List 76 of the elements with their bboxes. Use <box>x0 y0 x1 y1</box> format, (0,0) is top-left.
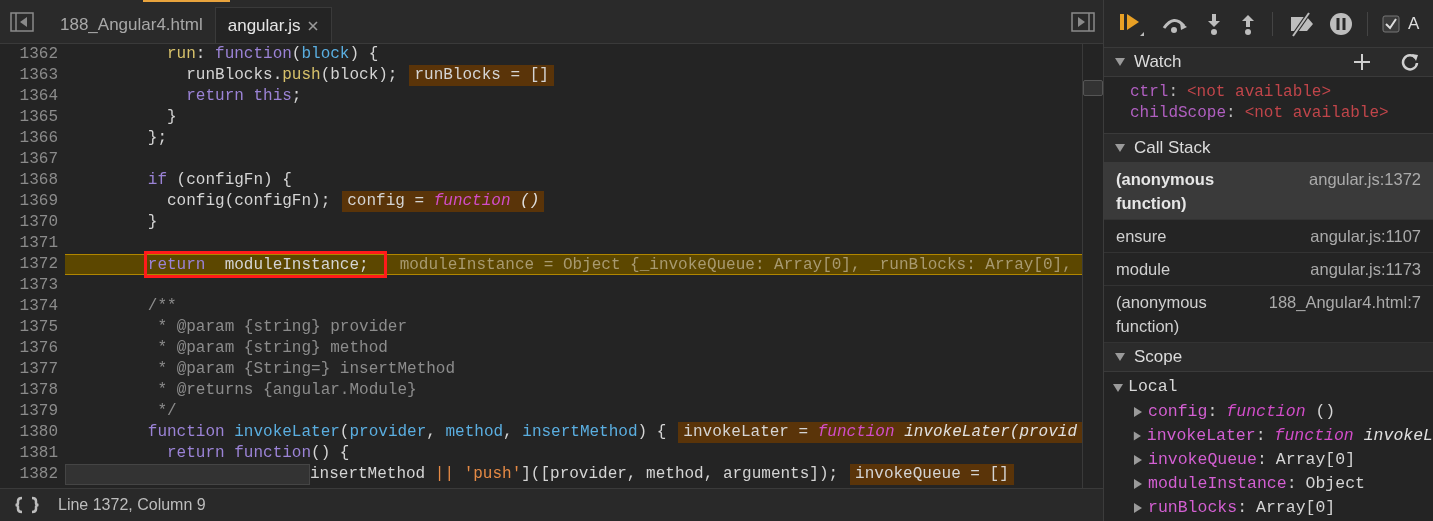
line-number: 1379 <box>18 401 58 422</box>
checkbox[interactable] <box>1382 14 1400 33</box>
scope-variable[interactable]: invokeLater: function invokeL <box>1146 423 1433 449</box>
code-line: /** <box>147 296 177 317</box>
line-number: 1375 <box>18 317 58 338</box>
line-number: 1371 <box>18 233 58 254</box>
expand-triangle-icon[interactable] <box>1114 56 1126 68</box>
code-line: }; <box>147 128 167 149</box>
line-number: 1367 <box>18 149 58 170</box>
line-number: 1366 <box>18 128 58 149</box>
expand-triangle-icon[interactable] <box>1114 351 1126 363</box>
call-stack-frame[interactable]: module angular.js:1173 <box>1104 253 1433 286</box>
line-number: 1362 <box>18 44 58 65</box>
inline-value: invokeQueue = [] <box>850 464 1014 485</box>
refresh-icon[interactable] <box>1401 53 1419 71</box>
pause-icon[interactable] <box>1329 11 1353 36</box>
checkbox-label: A <box>1408 12 1420 35</box>
call-stack-frame[interactable]: (anonymous function) angular.js:1372 <box>1104 163 1433 220</box>
line-number: 1381 <box>18 443 58 464</box>
code-line: } <box>147 212 158 233</box>
line-number: 1376 <box>18 338 58 359</box>
code-line: return this; <box>186 86 302 107</box>
line-number: 1363 <box>18 65 58 86</box>
expand-triangle-icon[interactable] <box>1114 142 1126 154</box>
line-number: 1380 <box>18 422 58 443</box>
expand-triangle-icon[interactable] <box>1132 502 1144 514</box>
scope-label[interactable]: Local <box>1128 375 1178 400</box>
line-number: 1369 <box>18 191 58 212</box>
line-number: 1378 <box>18 380 58 401</box>
expand-triangle-icon[interactable] <box>1132 454 1144 466</box>
code-line: } <box>167 107 177 128</box>
line-number: 1370 <box>18 212 58 233</box>
inline-value: moduleInstance = Object {_invokeQueue: Array[0], _runBlocks: Array[0], <box>398 255 1073 274</box>
expand-triangle-icon[interactable] <box>1132 430 1143 442</box>
scope-variable[interactable]: config: function () <box>1148 399 1336 425</box>
code-line: insertMethod || 'push']([provider, method, arguments]); <box>310 464 839 485</box>
line-number: 1368 <box>18 170 58 191</box>
code-line: run: function(block) { <box>167 44 379 65</box>
code-line: * @param {string} method <box>157 338 388 359</box>
expand-triangle-icon[interactable] <box>1132 406 1144 418</box>
sidebar-toggle-icon[interactable] <box>10 11 34 32</box>
inline-value: invokeLater = function invokeLater(provid <box>678 422 1082 443</box>
code-line: if (configFn) { <box>147 170 292 191</box>
code-line: * @returns {angular.Module} <box>157 380 417 401</box>
panel-toggle-icon[interactable] <box>1071 11 1095 32</box>
expand-triangle-icon[interactable] <box>1132 478 1144 490</box>
line-number: 1365 <box>18 107 58 128</box>
code-line: * @param {String=} insertMethod <box>157 359 456 380</box>
line-number: 1374 <box>18 296 58 317</box>
add-icon[interactable] <box>1353 53 1371 71</box>
expand-triangle-icon[interactable] <box>1112 381 1124 394</box>
code-line: */ <box>157 401 177 422</box>
line-number: 1372 <box>18 254 58 275</box>
call-stack-frame[interactable]: ensure angular.js:1107 <box>1104 220 1433 253</box>
code-line: config(configFn); <box>167 191 331 212</box>
watch-expression: childScope: <not available> <box>1130 103 1390 124</box>
line-number: 1364 <box>18 86 58 107</box>
inline-value: config = function () <box>342 191 545 212</box>
file-tab[interactable]: 188_Angular4.html <box>48 7 215 43</box>
line-number: 1377 <box>18 359 58 380</box>
line-number: 1382 <box>18 464 58 485</box>
pretty-print-icon[interactable] <box>14 496 40 514</box>
scope-variable[interactable]: moduleInstance: Object <box>1148 471 1365 497</box>
scope-variable[interactable]: runBlocks: Array[0] <box>1148 495 1336 521</box>
scrollbar-thumb[interactable] <box>1083 80 1103 96</box>
file-tab[interactable]: angular.js <box>214 7 332 43</box>
watch-expression: ctrl: <not available> <box>1130 82 1333 103</box>
code-line: runBlocks.push(block); <box>186 65 398 86</box>
code-line: * @param {string} provider <box>157 317 408 338</box>
close-icon[interactable] <box>306 19 319 32</box>
cursor-position: Line 1372, Column 9 <box>58 495 206 515</box>
inline-value: runBlocks = [] <box>409 65 554 86</box>
scope-variable[interactable]: invokeQueue: Array[0] <box>1148 447 1356 473</box>
code-line: return function() { <box>167 443 350 464</box>
code-line: function invokeLater(provider, method, insertMethod) { <box>147 422 667 443</box>
line-number: 1373 <box>18 275 58 296</box>
